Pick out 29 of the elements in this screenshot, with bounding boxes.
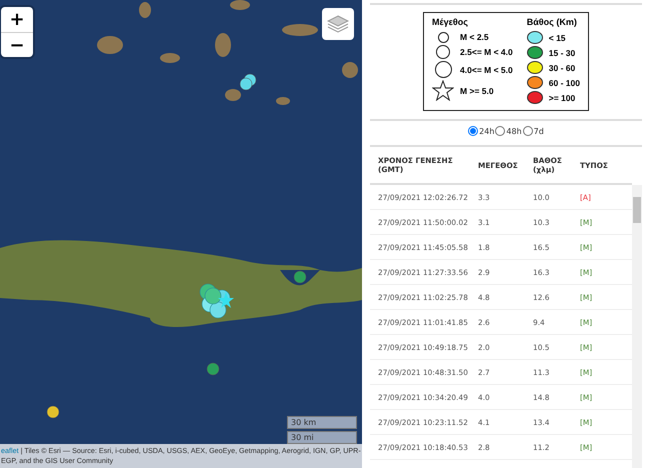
period-radio[interactable] [495,126,506,136]
radio-label: 48h [506,126,522,136]
scrollbar-thumb[interactable] [633,197,641,223]
zoom-out-button[interactable]: − [1,32,33,57]
legend-title: Βάθος (Km) [526,17,578,27]
legend-label: 4.0<= M < 5.0 [460,64,513,74]
legend-label: M < 2.5 [460,32,489,42]
period-radio[interactable] [468,126,478,136]
circle-icon [436,45,450,59]
scale-bar: 30 km [287,416,357,429]
circle-icon [438,32,449,42]
legend-label: M >= 5.0 [460,86,494,96]
legend-label: >= 100 [548,92,576,102]
radio-label: 24h [479,126,494,136]
layers-icon [327,14,349,34]
legend-label: 15 - 30 [548,48,576,58]
period-radio[interactable] [522,126,533,136]
scale-bar: 30 mi [287,431,357,444]
legend-label: 30 - 60 [548,62,576,72]
scrollbar[interactable] [632,185,642,468]
zoom-in-button[interactable]: + [1,7,33,32]
radio-label: 7d [534,126,544,136]
legend-label: 60 - 100 [548,78,580,88]
legend-title: Μέγεθος [432,17,469,27]
star-icon [432,80,454,101]
layers-button[interactable] [322,8,354,40]
circle-icon [434,61,452,78]
legend-label: < 15 [548,32,566,42]
legend-label: 2.5<= M < 4.0 [460,47,513,57]
